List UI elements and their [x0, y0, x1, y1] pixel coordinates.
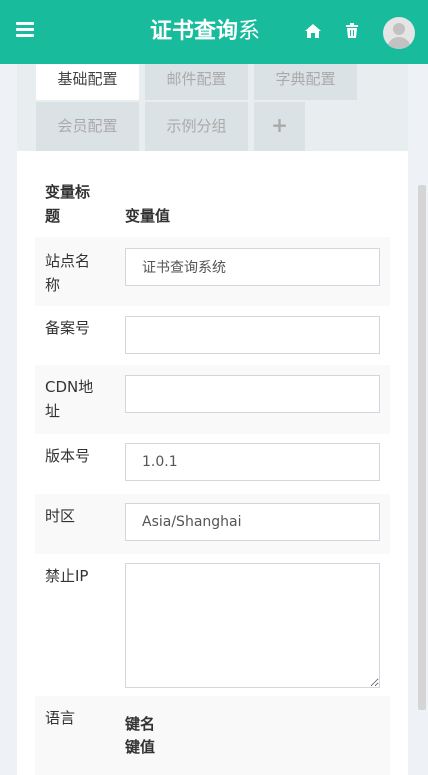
- row-label: 站点名称: [45, 252, 91, 294]
- forbidden-ip-textarea[interactable]: [125, 563, 380, 688]
- icp-number-input[interactable]: [125, 316, 380, 354]
- column-header-title-line1: 变量标: [45, 183, 91, 201]
- top-navbar: 证书查询系: [0, 0, 428, 64]
- column-header-title: 变量标 题: [45, 180, 90, 228]
- hamburger-menu-icon[interactable]: [16, 22, 34, 40]
- site-name-input[interactable]: [125, 248, 380, 286]
- row-label: 备案号: [45, 319, 91, 337]
- tab-example-group[interactable]: 示例分组: [145, 102, 248, 151]
- table-row-timezone: 时区: [35, 494, 390, 554]
- table-row-language: 语言 键名 键值: [35, 696, 390, 775]
- user-avatar[interactable]: [383, 17, 415, 49]
- row-label: 版本号: [45, 447, 91, 465]
- trash-icon[interactable]: [344, 22, 364, 42]
- row-label: CDN地址: [45, 378, 94, 420]
- timezone-input[interactable]: [125, 503, 380, 541]
- home-icon[interactable]: [304, 22, 324, 42]
- page-scrollbar[interactable]: [418, 185, 426, 710]
- version-input[interactable]: [125, 443, 380, 481]
- column-header-title-line2: 题: [45, 207, 61, 225]
- table-row-forbidden-ip: 禁止IP: [35, 554, 390, 696]
- table-row-cdn: CDN地址: [35, 365, 390, 434]
- logo-rest-text: 系: [238, 19, 261, 44]
- config-tabs: 基础配置 邮件配置 字典配置 会员配置 示例分组 +: [17, 64, 408, 151]
- config-panel: 基础配置 邮件配置 字典配置 会员配置 示例分组 + 变量标 题 变量值 站点名…: [17, 64, 408, 775]
- row-label: 时区: [45, 507, 76, 525]
- row-label: 语言: [45, 709, 76, 727]
- cdn-address-input[interactable]: [125, 375, 380, 413]
- tab-member-config[interactable]: 会员配置: [36, 102, 139, 151]
- tab-basic-config[interactable]: 基础配置: [36, 64, 139, 100]
- tab-dictionary-config[interactable]: 字典配置: [254, 64, 357, 100]
- table-row-icp: 备案号: [35, 306, 390, 365]
- row-label: 禁止IP: [45, 567, 89, 585]
- column-header-value: 变量值: [125, 207, 171, 225]
- key-name-header: 键名: [125, 715, 156, 733]
- app-logo[interactable]: 证书查询系: [150, 16, 260, 48]
- logo-bold-text: 证书查询: [150, 19, 239, 44]
- add-tab-button[interactable]: +: [254, 102, 305, 151]
- tab-email-config[interactable]: 邮件配置: [145, 64, 248, 100]
- table-row-version: 版本号: [35, 434, 390, 494]
- table-row-site-name: 站点名称: [35, 237, 390, 306]
- key-value-header: 键值: [125, 738, 156, 756]
